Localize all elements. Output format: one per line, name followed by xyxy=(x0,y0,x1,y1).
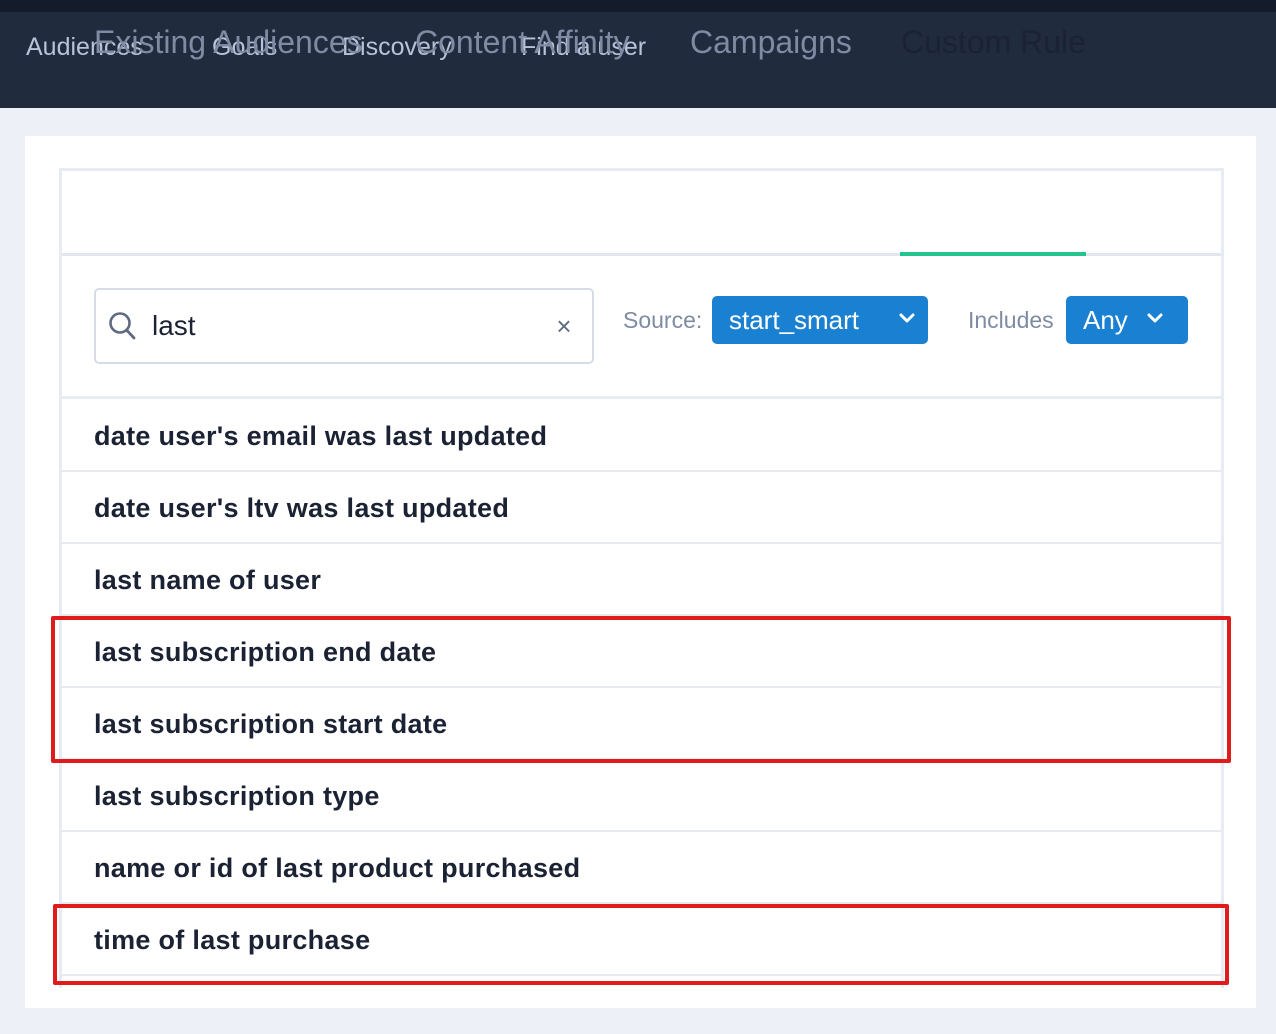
includes-dropdown[interactable]: Any xyxy=(1066,296,1188,344)
result-item-label: last subscription type xyxy=(94,781,380,811)
result-item[interactable]: last subscription start date xyxy=(62,688,1221,760)
result-item-label: last subscription end date xyxy=(94,637,437,667)
result-item-label: time of last purchase xyxy=(94,925,371,955)
close-icon[interactable]: × xyxy=(553,313,575,339)
result-item[interactable]: last name of user xyxy=(62,544,1221,616)
source-dropdown-value: start_smart xyxy=(729,305,860,335)
result-item-label: last name of user xyxy=(94,565,322,595)
tab-campaigns[interactable]: Campaigns xyxy=(690,22,852,62)
result-item-label: last subscription start date xyxy=(94,709,448,739)
includes-label: Includes xyxy=(968,307,1054,333)
chevron-down-icon xyxy=(1147,313,1163,323)
source-dropdown[interactable]: start_smart xyxy=(712,296,928,344)
result-item[interactable]: last subscription type xyxy=(62,760,1221,832)
active-tab-indicator xyxy=(900,252,1086,256)
result-item[interactable]: time of last purchase xyxy=(62,904,1221,976)
chevron-down-icon xyxy=(899,313,915,323)
result-item-label: date user's ltv was last updated xyxy=(94,493,510,523)
result-item[interactable]: last subscription end date xyxy=(62,616,1221,688)
search-input[interactable] xyxy=(152,306,532,346)
tab-existing-audiences[interactable]: Existing Audiences xyxy=(94,22,363,62)
divider xyxy=(62,396,1221,399)
tab-bar xyxy=(62,171,1221,256)
source-label: Source: xyxy=(623,307,703,333)
result-item[interactable]: date user's ltv was last updated xyxy=(62,472,1221,544)
includes-dropdown-value: Any xyxy=(1083,305,1128,335)
search-icon xyxy=(109,312,136,340)
tab-content-affinity[interactable]: Content Affinity xyxy=(415,22,630,62)
result-item[interactable]: name or id of last product purchased xyxy=(62,832,1221,904)
result-item-label: name or id of last product purchased xyxy=(94,853,581,883)
tab-custom-rule[interactable]: Custom Rule xyxy=(901,22,1086,62)
result-item-label: date user's email was last updated xyxy=(94,421,548,451)
result-item[interactable]: date user's email was last updated xyxy=(62,400,1221,472)
